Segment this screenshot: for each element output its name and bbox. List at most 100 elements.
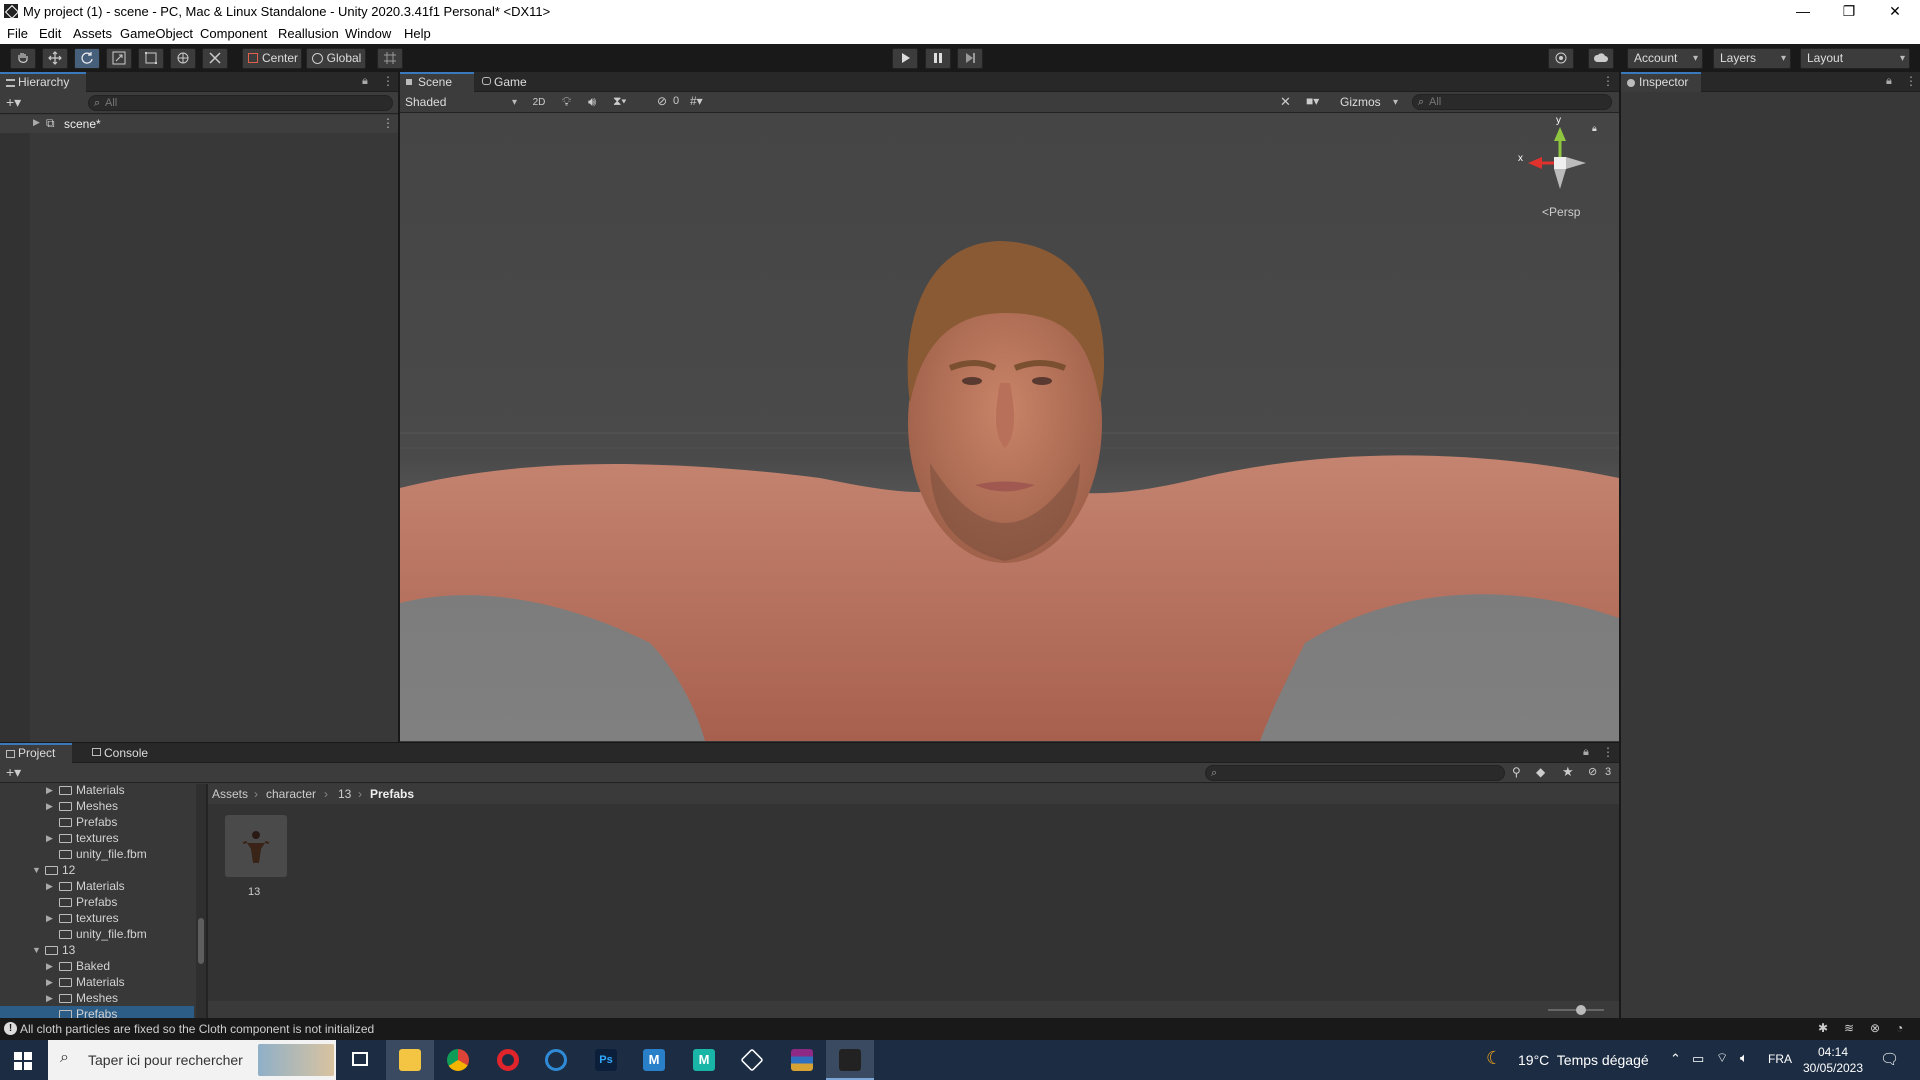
scene-panel-menu-icon[interactable]: ⋮: [1602, 74, 1614, 88]
scale-tool-button[interactable]: [106, 48, 132, 69]
breadcrumb-character[interactable]: character: [266, 787, 316, 801]
tree-item[interactable]: ▶ Baked: [0, 958, 194, 974]
menu-file[interactable]: File: [7, 26, 28, 41]
project-menu-icon[interactable]: ⋮: [1602, 745, 1614, 759]
breadcrumb-prefabs[interactable]: Prefabs: [370, 787, 414, 801]
minimize-button[interactable]: —: [1780, 0, 1826, 22]
scene-row[interactable]: ▶ ⧉ scene* ⋮: [0, 115, 398, 133]
rect-tool-button[interactable]: [138, 48, 164, 69]
filter-type-icon[interactable]: ⚲: [1512, 765, 1521, 779]
layers-dropdown[interactable]: Layers: [1713, 48, 1791, 69]
collab-button[interactable]: [1548, 48, 1574, 69]
lock-icon[interactable]: 🔒︎: [362, 75, 368, 88]
notifications-icon[interactable]: 🗨︎: [1880, 1050, 1899, 1068]
pivot-center-toggle[interactable]: Center: [242, 48, 302, 69]
project-lock-icon[interactable]: 🔒︎: [1583, 746, 1589, 759]
custom-tool-button[interactable]: [202, 48, 228, 69]
grid-snap-button[interactable]: [377, 48, 403, 69]
auto-generate-lighting-icon[interactable]: ⊗: [1870, 1021, 1880, 1035]
draw-mode-dropdown[interactable]: Shaded: [403, 94, 521, 111]
grid-toggle-icon[interactable]: #▾: [690, 94, 703, 108]
status-message[interactable]: All cloth particles are fixed so the Clo…: [20, 1022, 374, 1036]
tray-chevron-icon[interactable]: ⌃: [1670, 1051, 1681, 1067]
play-button[interactable]: [892, 48, 918, 69]
effects-icon[interactable]: ⧗▾: [613, 94, 626, 109]
wifi-icon[interactable]: ⌔: [1716, 1050, 1728, 1066]
project-search-input[interactable]: [1205, 765, 1505, 781]
tree-item[interactable]: ▶ Meshes: [0, 798, 194, 814]
expand-arrow-icon[interactable]: ▶: [46, 910, 53, 926]
projection-label[interactable]: <Persp: [1542, 205, 1580, 219]
app-unity-editor[interactable]: [826, 1040, 874, 1080]
scene-menu-icon[interactable]: ⋮: [382, 116, 394, 130]
space-global-toggle[interactable]: Global: [306, 48, 366, 69]
tree-item[interactable]: ▶ Materials: [0, 784, 194, 798]
collapse-arrow-icon[interactable]: ▼: [32, 942, 41, 958]
move-tool-button[interactable]: [42, 48, 68, 69]
volume-icon[interactable]: 🔈︎: [1740, 1050, 1748, 1066]
bug-icon[interactable]: ✱: [1818, 1021, 1828, 1035]
rotate-tool-button[interactable]: [74, 48, 100, 69]
pause-button[interactable]: [925, 48, 951, 69]
camera-icon[interactable]: ■▾: [1306, 94, 1319, 108]
expand-arrow-icon[interactable]: ▶: [46, 830, 53, 846]
expand-arrow-icon[interactable]: ▶: [46, 990, 53, 1006]
close-button[interactable]: ✕: [1872, 0, 1918, 22]
hierarchy-search-input[interactable]: All: [88, 95, 393, 111]
app-chrome[interactable]: [434, 1040, 482, 1080]
inspector-lock-icon[interactable]: 🔒︎: [1886, 75, 1892, 88]
menu-help[interactable]: Help: [404, 26, 431, 41]
tree-item[interactable]: ▶ Materials: [0, 974, 194, 990]
app-opera[interactable]: [484, 1040, 532, 1080]
taskbar-search-box[interactable]: ⌕ Taper ici pour rechercher: [48, 1040, 336, 1080]
app-m-blue[interactable]: M: [630, 1040, 678, 1080]
tree-item[interactable]: ▼ 12: [0, 862, 194, 878]
app-winrar[interactable]: [778, 1040, 826, 1080]
transform-tool-button[interactable]: [170, 48, 196, 69]
expand-arrow-icon[interactable]: ▶: [46, 784, 53, 798]
clock[interactable]: 04:14 30/05/2023: [1798, 1043, 1868, 1079]
tree-item[interactable]: ▶ textures: [0, 910, 194, 926]
weather-text[interactable]: 19°C Temps dégagé: [1518, 1052, 1649, 1068]
expand-arrow-icon[interactable]: ▶: [46, 958, 53, 974]
tab-scene[interactable]: Scene: [400, 72, 474, 92]
expand-arrow-icon[interactable]: ▶: [46, 878, 53, 894]
tab-console[interactable]: Console: [86, 743, 160, 763]
tree-scrollbar[interactable]: [196, 784, 206, 1018]
tree-item[interactable]: ▼ 13: [0, 942, 194, 958]
hand-tool-button[interactable]: [10, 48, 36, 69]
create-plus-icon[interactable]: +▾: [6, 94, 21, 111]
project-create-icon[interactable]: +▾: [6, 764, 21, 781]
expand-arrow-icon[interactable]: ▶: [46, 798, 53, 814]
hidden-packages-icon[interactable]: ⊘: [1588, 765, 1597, 778]
inspector-menu-icon[interactable]: ⋮: [1905, 74, 1917, 88]
tree-item[interactable]: ▶ Materials: [0, 878, 194, 894]
app-unity-hub[interactable]: [728, 1040, 776, 1080]
gizmos-dropdown[interactable]: Gizmos: [1338, 94, 1402, 111]
tools-overlay-icon[interactable]: ✕: [1280, 94, 1291, 110]
audio-icon[interactable]: 🔊︎: [588, 94, 596, 110]
menu-window[interactable]: Window: [345, 26, 391, 41]
gizmo-lock-icon[interactable]: 🔒︎: [1592, 123, 1597, 134]
scene-search-input[interactable]: All: [1412, 94, 1612, 110]
tray-device-icon[interactable]: ▭: [1692, 1051, 1704, 1067]
tab-hierarchy[interactable]: Hierarchy: [0, 72, 86, 92]
task-view-button[interactable]: [336, 1040, 384, 1080]
layout-dropdown[interactable]: Layout: [1800, 48, 1910, 69]
panel-menu-icon[interactable]: ⋮: [382, 74, 394, 88]
tree-item[interactable]: unity_file.fbm: [0, 846, 194, 862]
restore-button[interactable]: ❐: [1826, 0, 1872, 22]
app-file-explorer[interactable]: [386, 1040, 434, 1080]
tab-game[interactable]: Game: [476, 72, 542, 92]
app-photoshop[interactable]: Ps: [582, 1040, 630, 1080]
menu-gameobject[interactable]: GameObject: [120, 26, 193, 41]
expand-arrow-icon[interactable]: ▶: [46, 974, 53, 990]
tree-scrollbar-thumb[interactable]: [198, 918, 204, 964]
orientation-gizmo[interactable]: x y 🔒︎: [1518, 115, 1600, 203]
tab-inspector[interactable]: Inspector: [1621, 72, 1701, 92]
menu-component[interactable]: Component: [200, 26, 267, 41]
app-ccleaner[interactable]: [532, 1040, 580, 1080]
breadcrumb-assets[interactable]: Assets: [212, 787, 248, 801]
app-m-teal[interactable]: M: [680, 1040, 728, 1080]
tree-item[interactable]: Prefabs: [0, 1006, 194, 1018]
